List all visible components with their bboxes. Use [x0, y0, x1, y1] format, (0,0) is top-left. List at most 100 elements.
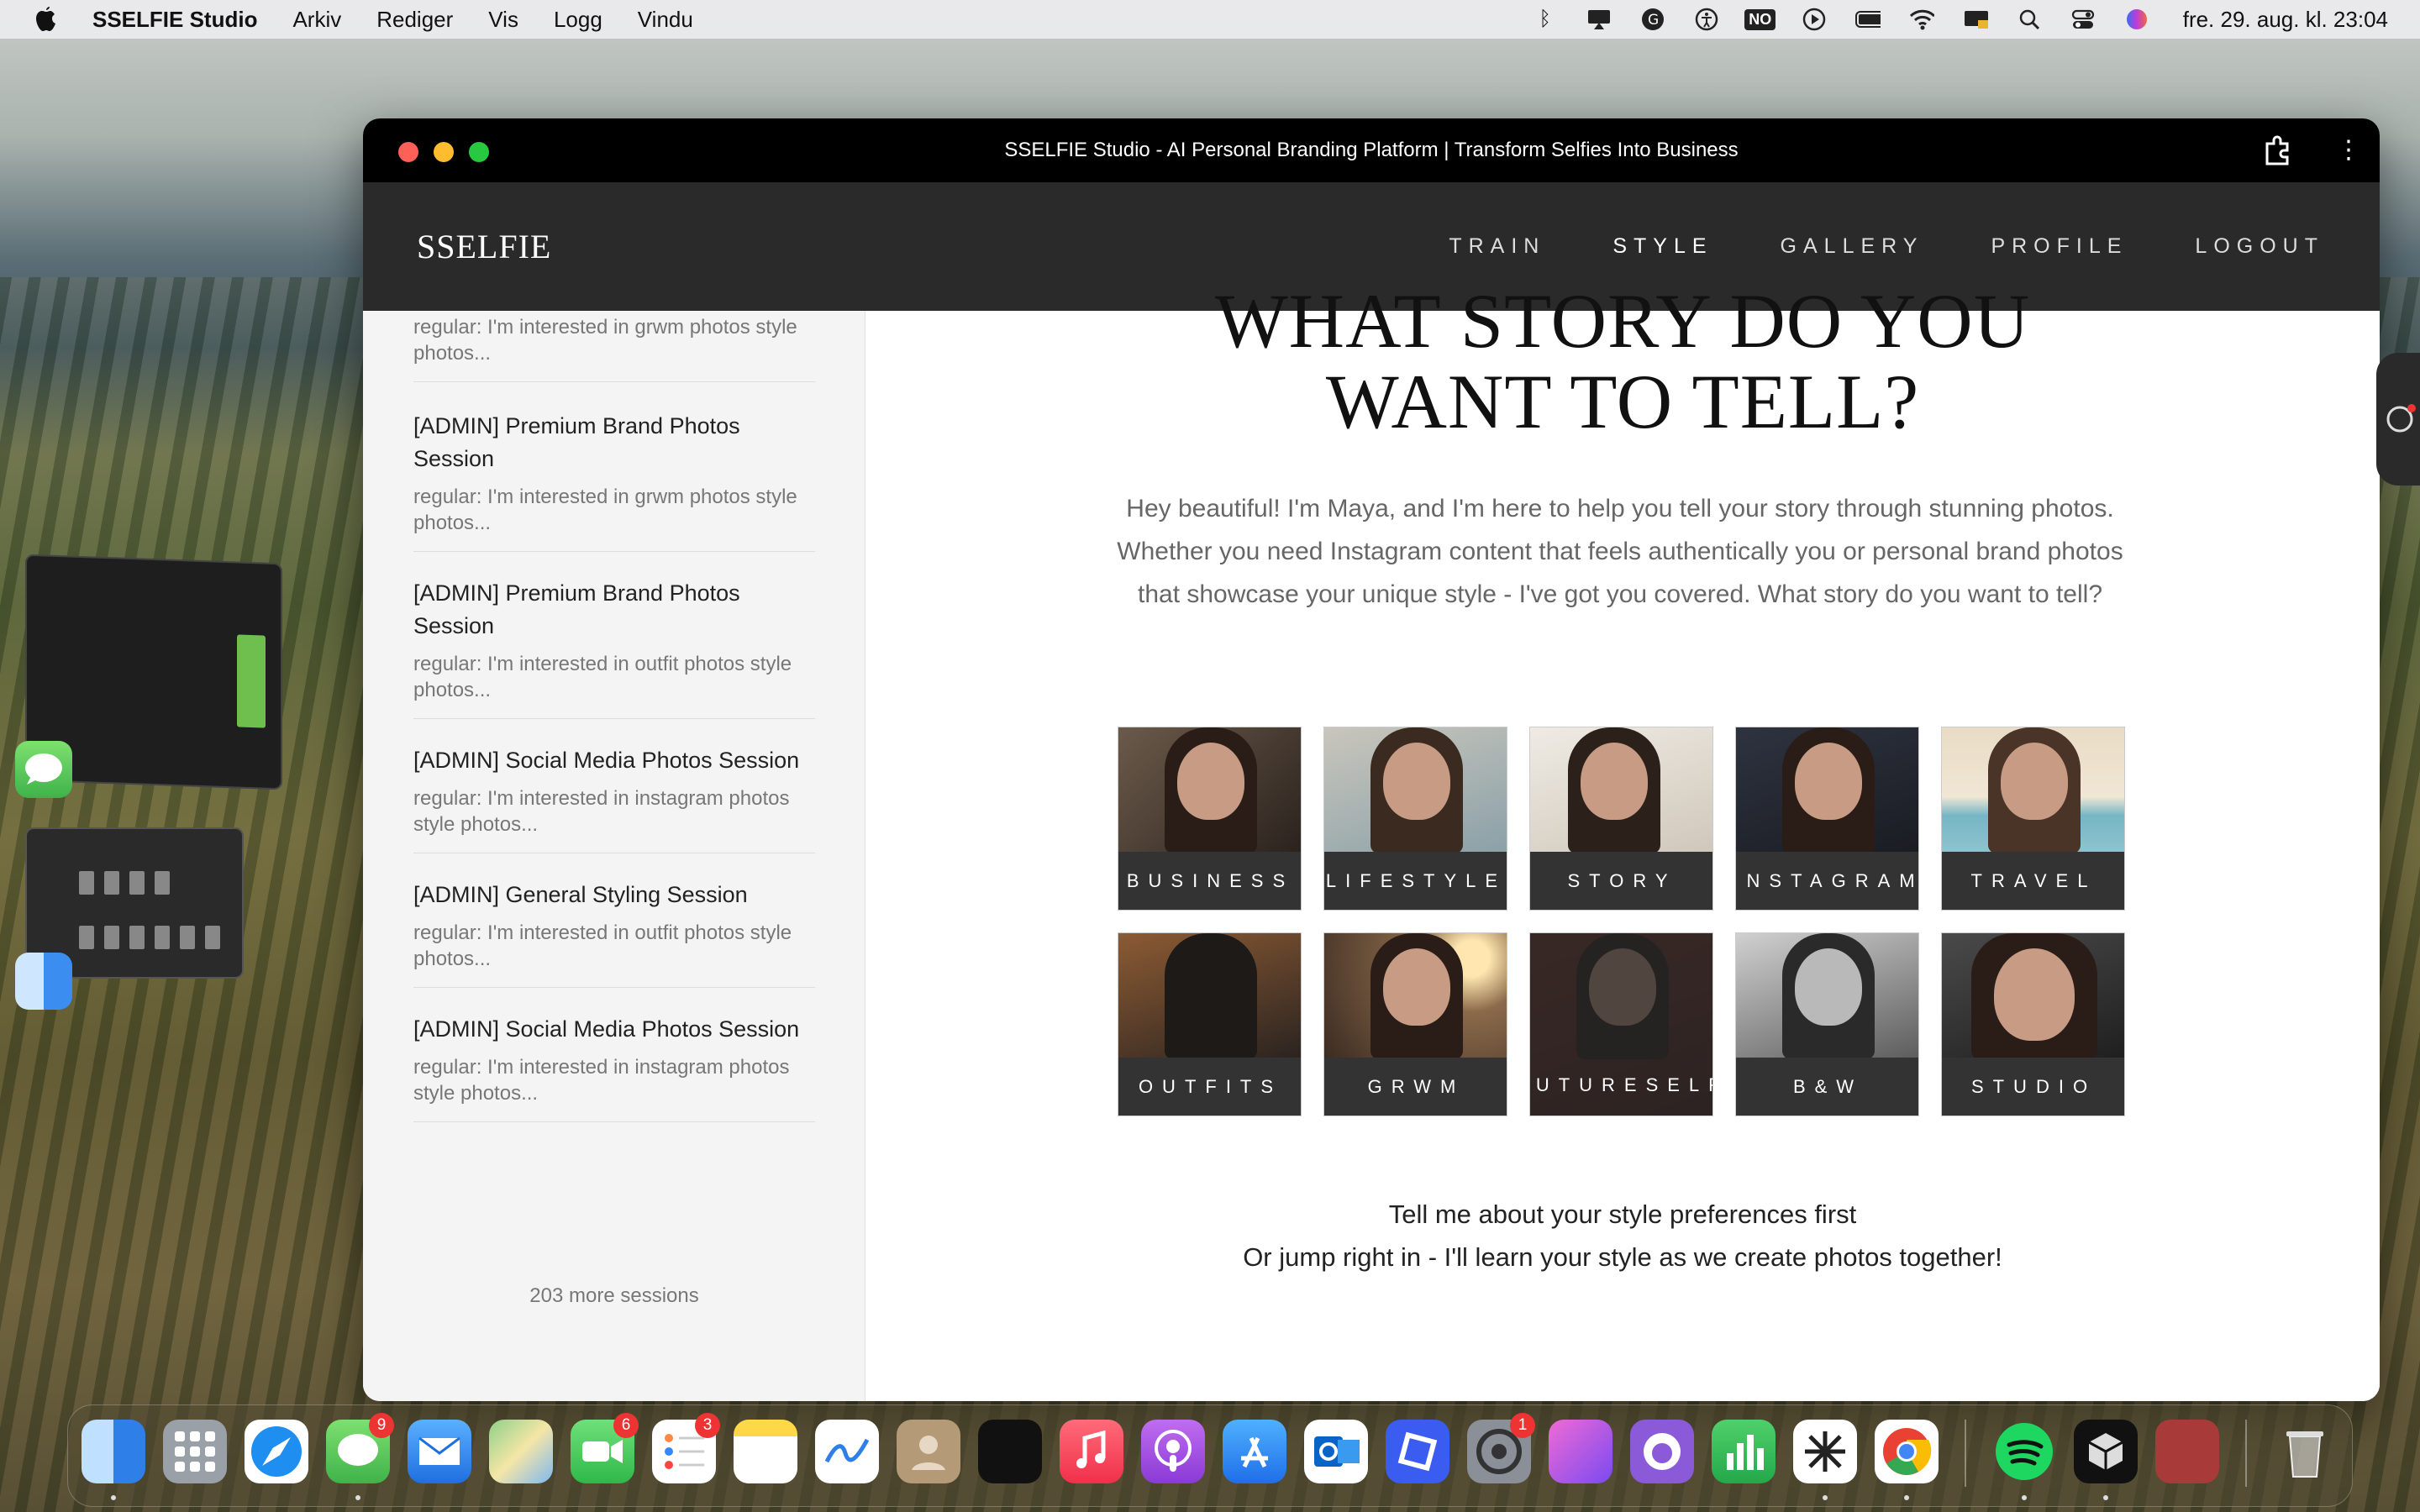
menu-vis[interactable]: Vis [488, 7, 518, 33]
battery-icon[interactable] [1854, 8, 1881, 31]
apple-tv-icon[interactable] [978, 1420, 1042, 1483]
page-heading: WHAT STORY DO YOU WANT TO TELL? [865, 281, 2380, 442]
keynote-icon[interactable] [1549, 1420, 1612, 1483]
search-icon[interactable] [2017, 8, 2042, 31]
tile-photo-face [1383, 948, 1450, 1026]
session-item[interactable]: [ADMIN] Premium Brand Photos Session reg… [413, 577, 815, 719]
session-sidebar: regular: I'm interested in grwm photos s… [363, 311, 865, 1401]
tile-instagram[interactable]: INSTAGRAM [1735, 727, 1919, 911]
session-title: [ADMIN] Premium Brand Photos Session [413, 580, 740, 638]
nav-logout[interactable]: LOGOUT [2195, 234, 2324, 259]
svg-text:G: G [1648, 12, 1659, 29]
spotify-icon[interactable] [1992, 1420, 2056, 1483]
session-desc: regular: I'm interested in grwm photos s… [413, 486, 797, 534]
style-prompt: Tell me about your style preferences fir… [865, 1193, 2380, 1278]
safari-icon[interactable] [245, 1420, 308, 1483]
chrome-icon[interactable] [1875, 1420, 1939, 1483]
launchpad-icon[interactable] [163, 1420, 227, 1483]
close-button[interactable] [398, 142, 418, 162]
tile-story[interactable]: STORY [1529, 727, 1713, 911]
mail-icon[interactable] [408, 1420, 471, 1483]
bluetooth-icon[interactable]: ᛒ [1533, 8, 1558, 31]
tile-business[interactable]: BUSINESS [1118, 727, 1302, 911]
thumbnail-photo [180, 926, 195, 949]
running-indicator [1823, 1495, 1828, 1500]
minimize-button[interactable] [434, 142, 454, 162]
menu-rediger[interactable]: Rediger [376, 7, 453, 33]
more-options-icon[interactable]: ⋮ [2336, 135, 2361, 165]
play-icon[interactable] [1802, 8, 1827, 31]
session-item[interactable]: [ADMIN] General Styling Session regular:… [413, 879, 815, 988]
grammarly-side-widget[interactable] [2376, 353, 2420, 486]
window-title: SSELFIE Studio - AI Personal Branding Pl… [1004, 139, 1739, 161]
tile-photo-face [1795, 948, 1862, 1026]
more-sessions-link[interactable]: 203 more sessions [363, 1284, 865, 1308]
tile-label: LIFESTYLE [1324, 852, 1507, 910]
menu-clock[interactable]: fre. 29. aug. kl. 23:04 [2183, 7, 2388, 33]
tile-bw[interactable]: B&W [1735, 932, 1919, 1116]
session-item[interactable]: [ADMIN] Social Media Photos Session regu… [413, 1013, 815, 1122]
session-item[interactable]: [ADMIN] Social Media Photos Session regu… [413, 744, 815, 853]
thumbnail-photo [205, 926, 220, 949]
trash-icon[interactable] [2273, 1420, 2337, 1483]
tile-lifestyle[interactable]: LIFESTYLE [1323, 727, 1507, 911]
tile-travel[interactable]: TRAVEL [1941, 727, 2125, 911]
session-item-partial[interactable]: regular: I'm interested in grwm photos s… [413, 314, 815, 382]
music-icon[interactable] [1060, 1420, 1123, 1483]
menu-arkiv[interactable]: Arkiv [292, 7, 341, 33]
contacts-icon[interactable] [897, 1420, 960, 1483]
cube-app-icon[interactable] [2074, 1420, 2138, 1483]
apple-icon[interactable] [34, 6, 59, 33]
maps-icon[interactable] [489, 1420, 553, 1483]
menu-logg[interactable]: Logg [554, 7, 602, 33]
session-item[interactable]: [ADMIN] Premium Brand Photos Session reg… [413, 410, 815, 552]
grammarly-icon[interactable]: G [1640, 8, 1665, 31]
airplay-icon[interactable] [1586, 8, 1612, 31]
extensions-icon[interactable] [2262, 135, 2292, 165]
dictionary-icon[interactable] [2155, 1420, 2219, 1483]
display-icon[interactable] [1963, 8, 1988, 31]
zoom-button[interactable] [469, 142, 489, 162]
nav-style[interactable]: STYLE [1612, 234, 1712, 259]
finder-desktop-icon[interactable] [15, 953, 72, 1010]
roblox-studio-icon[interactable] [1386, 1420, 1449, 1483]
numbers-icon[interactable] [1712, 1420, 1776, 1483]
nav-profile[interactable]: PROFILE [1991, 234, 2128, 259]
site-logo[interactable]: SSELFIE [417, 227, 551, 266]
session-desc: regular: I'm interested in grwm photos s… [413, 316, 797, 365]
github-desktop-icon[interactable] [1630, 1420, 1694, 1483]
tile-photo-face [1177, 743, 1244, 820]
finder-icon[interactable] [82, 1420, 145, 1483]
dock-separator [1965, 1420, 1966, 1487]
notes-icon[interactable] [734, 1420, 797, 1483]
thumbnail-photo [155, 926, 170, 949]
freeform-icon[interactable] [815, 1420, 879, 1483]
perplexity-icon[interactable] [1793, 1420, 1857, 1483]
tile-label: GRWM [1324, 1058, 1507, 1116]
menu-vindu[interactable]: Vindu [638, 7, 693, 33]
messages-desktop-icon[interactable] [15, 741, 72, 798]
tile-photo-face [1994, 948, 2075, 1041]
accessibility-icon[interactable] [1694, 8, 1719, 31]
style-preferences-link[interactable]: Tell me about your style preferences fir… [865, 1193, 2380, 1236]
heading-line2: WANT TO TELL? [1325, 359, 1920, 444]
tile-grwm[interactable]: GRWM [1323, 932, 1507, 1116]
session-title: [ADMIN] General Styling Session [413, 882, 748, 907]
outlook-icon[interactable] [1304, 1420, 1368, 1483]
thumbnail-photo [104, 871, 119, 895]
tile-futureself[interactable]: FUTURESELF [1529, 932, 1713, 1116]
session-title: [ADMIN] Social Media Photos Session [413, 748, 800, 773]
maya-intro: Hey beautiful! I'm Maya, and I'm here to… [1117, 495, 2123, 608]
nav-train[interactable]: TRAIN [1449, 234, 1545, 259]
control-center-icon[interactable] [2070, 8, 2096, 31]
nav-gallery[interactable]: GALLERY [1781, 234, 1924, 259]
app-store-icon[interactable] [1223, 1420, 1286, 1483]
podcasts-icon[interactable] [1141, 1420, 1205, 1483]
app-menu-name[interactable]: SSELFIE Studio [92, 7, 257, 33]
tile-studio[interactable]: STUDIO [1941, 932, 2125, 1116]
siri-icon[interactable] [2124, 8, 2149, 31]
tile-outfits[interactable]: OUTFITS [1118, 932, 1302, 1116]
input-source-badge[interactable]: NO [1744, 8, 1776, 31]
wifi-icon[interactable] [1909, 8, 1934, 31]
thumbnail-photo [79, 926, 94, 949]
